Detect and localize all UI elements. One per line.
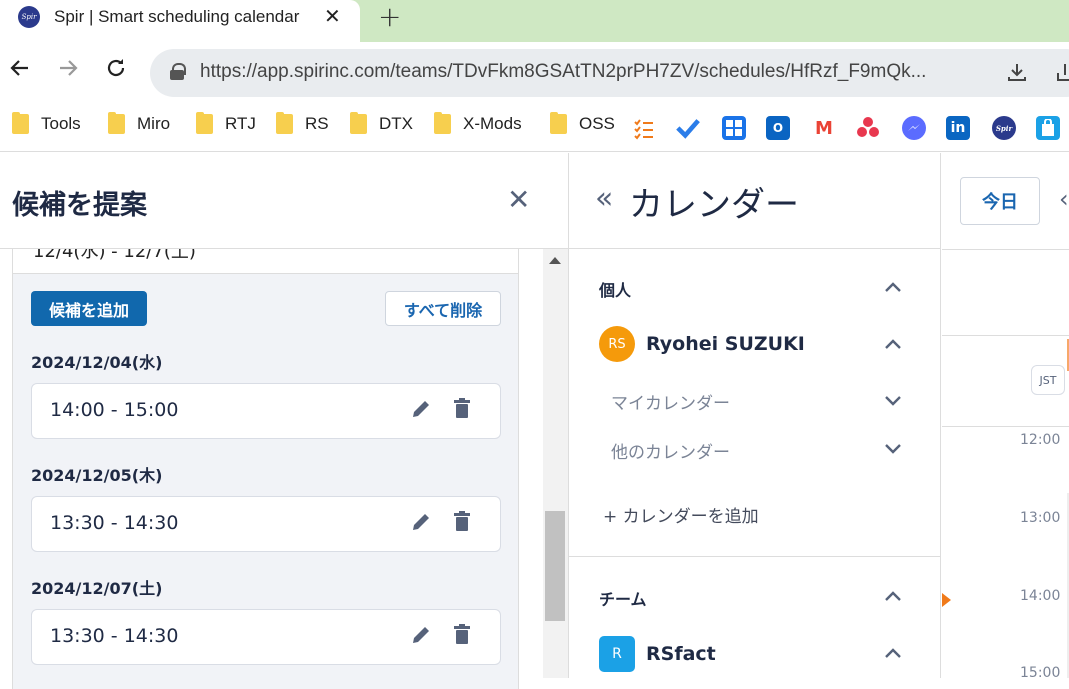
trash-icon[interactable] <box>454 624 472 648</box>
divider <box>569 556 941 557</box>
checklist-bookmark-icon[interactable] <box>632 116 656 140</box>
folder-icon <box>108 112 125 134</box>
hour-label: 12:00 <box>1020 432 1061 448</box>
folder-icon <box>12 112 29 134</box>
slot-time: 14:00 - 15:00 <box>50 399 179 421</box>
candidate-slot[interactable]: 14:00 - 15:00 <box>31 383 501 439</box>
messenger-bookmark-icon[interactable] <box>902 116 926 140</box>
trash-icon[interactable] <box>454 511 472 535</box>
calendar-list-panel: « カレンダー 個人 RS Ryohei SUZUKI マイカレンダー 他のカレ… <box>568 153 941 678</box>
chevron-down-icon[interactable] <box>883 391 903 411</box>
edit-pencil-icon[interactable] <box>410 511 434 535</box>
browser-tab[interactable]: Spir Spir | Smart scheduling calendar ✕ <box>0 0 360 42</box>
close-icon[interactable]: ✕ <box>507 183 530 216</box>
hour-label: 13:00 <box>1020 510 1061 526</box>
candidate-list: 12/4(水) - 12/7(土) 候補を追加 すべて削除 2024/12/04… <box>12 249 519 689</box>
gmail-bookmark-icon[interactable]: M <box>812 116 836 140</box>
add-calendar-button[interactable]: + カレンダーを追加 <box>603 502 759 527</box>
edit-pencil-icon[interactable] <box>410 624 434 648</box>
candidate-panel: 候補を提案 ✕ 12/4(水) - 12/7(土) 候補を追加 すべて削除 20… <box>0 153 568 689</box>
folder-icon <box>550 112 567 134</box>
lock-icon <box>170 63 186 80</box>
slot-time: 13:30 - 14:30 <box>50 625 179 647</box>
tab-close-icon[interactable]: ✕ <box>324 4 341 28</box>
hour-label: 15:00 <box>1020 665 1061 681</box>
timezone-badge[interactable]: JST <box>1031 365 1065 395</box>
folder-icon <box>350 112 367 134</box>
date-label: 2024/12/07(土) <box>31 579 163 598</box>
address-bar[interactable]: https://app.spirinc.com/teams/TDvFkm8GSA… <box>150 49 1069 97</box>
person-name: Ryohei SUZUKI <box>646 333 805 355</box>
my-calendars-item[interactable]: マイカレンダー <box>611 389 730 414</box>
bookmark-folder[interactable]: RS <box>276 112 329 134</box>
chevron-down-icon[interactable] <box>883 439 903 459</box>
date-label: 2024/12/05(木) <box>31 466 163 485</box>
team-avatar: R <box>599 636 635 672</box>
calendar-view: 今日 ‹ JST 12:00 13:00 14:00 15:00 <box>942 153 1069 681</box>
personal-section-title: 個人 <box>599 281 632 300</box>
add-candidate-button[interactable]: 候補を追加 <box>31 291 147 326</box>
bookmark-folder[interactable]: RTJ <box>196 112 256 134</box>
spir-bookmark-icon[interactable]: Spir <box>992 116 1016 140</box>
delete-all-button[interactable]: すべて削除 <box>385 291 501 326</box>
scrollbar[interactable] <box>543 249 568 678</box>
divider <box>942 335 1069 336</box>
folder-icon <box>434 112 451 134</box>
windows-bookmark-icon[interactable] <box>722 116 746 140</box>
date-label: 2024/12/04(水) <box>31 353 163 372</box>
bookmark-folder[interactable]: OSS <box>550 112 615 134</box>
url-text[interactable]: https://app.spirinc.com/teams/TDvFkm8GSA… <box>200 61 926 83</box>
chevron-left-icon[interactable]: ‹ <box>1059 185 1069 213</box>
linkedin-bookmark-icon[interactable]: in <box>946 116 970 140</box>
candidate-slot[interactable]: 13:30 - 14:30 <box>31 496 501 552</box>
tab-strip: Spir Spir | Smart scheduling calendar ✕ … <box>0 0 1069 42</box>
bookmarks-bar: Tools Miro RTJ RS DTX X-Mods OSS O M in … <box>0 104 1069 152</box>
spir-favicon-icon: Spir <box>18 6 40 28</box>
trash-icon[interactable] <box>454 398 472 422</box>
team-name: RSfact <box>646 643 716 665</box>
folder-icon <box>196 112 213 134</box>
panel-title: カレンダー <box>629 185 799 225</box>
team-section-title: チーム <box>599 590 647 609</box>
chevron-up-icon[interactable] <box>883 586 903 606</box>
date-range: 12/4(水) - 12/7(土) <box>13 249 518 274</box>
new-tab-button[interactable]: + <box>378 0 401 33</box>
bookmark-folder[interactable]: DTX <box>350 112 413 134</box>
panel-title: 候補を提案 <box>12 190 147 221</box>
scroll-thumb[interactable] <box>545 511 565 621</box>
share-icon[interactable] <box>1054 61 1069 88</box>
back-arrow-icon[interactable] <box>8 56 32 86</box>
bag-bookmark-icon[interactable] <box>1036 116 1060 140</box>
hour-label: 14:00 <box>1020 588 1061 604</box>
chevron-up-icon[interactable] <box>883 334 903 354</box>
avatar: RS <box>599 326 635 362</box>
bookmark-folder[interactable]: Tools <box>12 112 81 134</box>
other-calendars-item[interactable]: 他のカレンダー <box>611 438 730 463</box>
folder-icon <box>276 112 293 134</box>
bookmark-folder[interactable]: X-Mods <box>434 112 522 134</box>
forward-arrow-icon[interactable] <box>56 56 80 86</box>
slot-time: 13:30 - 14:30 <box>50 512 179 534</box>
browser-toolbar: https://app.spirinc.com/teams/TDvFkm8GSA… <box>0 42 1069 104</box>
download-icon[interactable] <box>1006 61 1028 88</box>
bookmark-folder[interactable]: Miro <box>108 112 170 134</box>
collapse-panel-icon[interactable]: « <box>595 181 613 216</box>
chevron-up-icon[interactable] <box>883 643 903 663</box>
reload-icon[interactable] <box>104 56 128 86</box>
tab-title: Spir | Smart scheduling calendar <box>54 7 300 26</box>
candidate-slot[interactable]: 13:30 - 14:30 <box>31 609 501 665</box>
divider <box>942 249 1069 250</box>
calendar-panel-header: « カレンダー <box>569 153 941 249</box>
todo-check-bookmark-icon[interactable] <box>676 116 700 140</box>
edit-pencil-icon[interactable] <box>410 398 434 422</box>
scroll-up-arrow-icon[interactable] <box>549 257 561 264</box>
outlook-bookmark-icon[interactable]: O <box>766 116 790 140</box>
today-button[interactable]: 今日 <box>960 177 1040 225</box>
asana-bookmark-icon[interactable] <box>856 116 880 140</box>
divider <box>942 426 1069 427</box>
current-time-marker <box>942 593 951 607</box>
chevron-up-icon[interactable] <box>883 277 903 297</box>
candidate-panel-header: 候補を提案 ✕ <box>0 153 568 249</box>
